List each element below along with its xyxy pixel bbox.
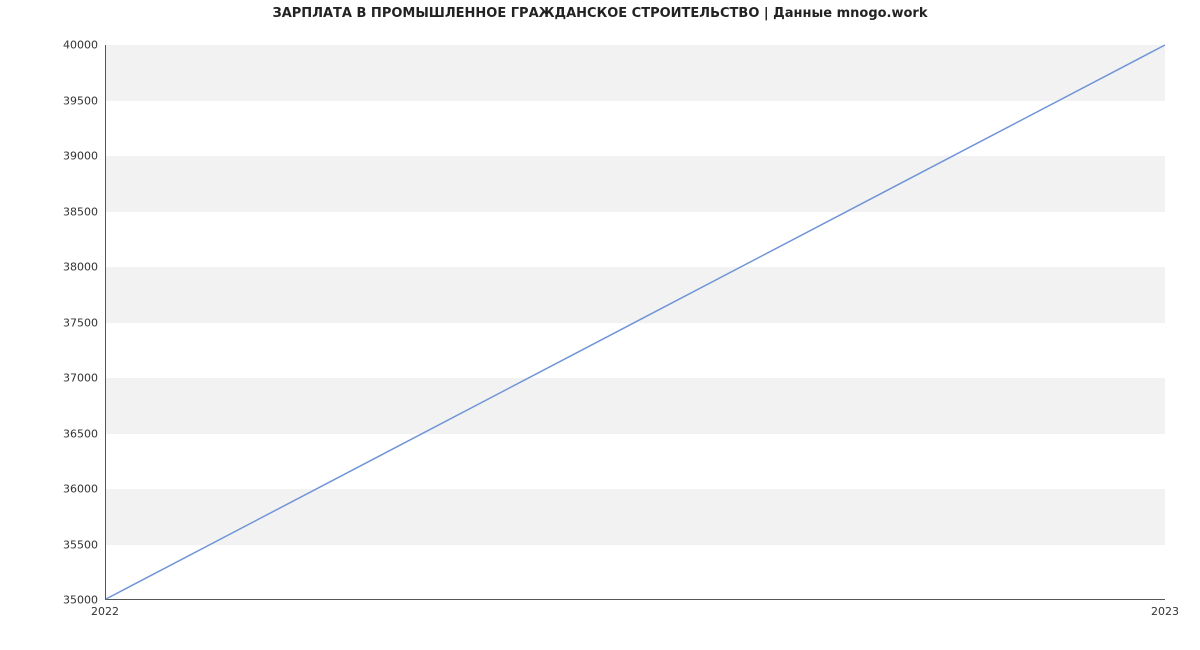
ytick-label: 39500	[38, 94, 98, 107]
ytick-label: 36500	[38, 427, 98, 440]
ytick-label: 36000	[38, 483, 98, 496]
ytick-label: 38500	[38, 205, 98, 218]
xtick-label: 2023	[1151, 605, 1179, 618]
ytick-label: 35500	[38, 538, 98, 551]
ytick-label: 39000	[38, 150, 98, 163]
ytick-label: 37000	[38, 372, 98, 385]
plot-area	[105, 45, 1165, 600]
line-series	[106, 45, 1165, 599]
chart-title: ЗАРПЛАТА В ПРОМЫШЛЕННОЕ ГРАЖДАНСКОЕ СТРО…	[0, 6, 1200, 21]
ytick-label: 38000	[38, 261, 98, 274]
salary-chart: ЗАРПЛАТА В ПРОМЫШЛЕННОЕ ГРАЖДАНСКОЕ СТРО…	[0, 0, 1200, 650]
xtick-label: 2022	[91, 605, 119, 618]
ytick-label: 40000	[38, 39, 98, 52]
ytick-label: 35000	[38, 594, 98, 607]
ytick-label: 37500	[38, 316, 98, 329]
